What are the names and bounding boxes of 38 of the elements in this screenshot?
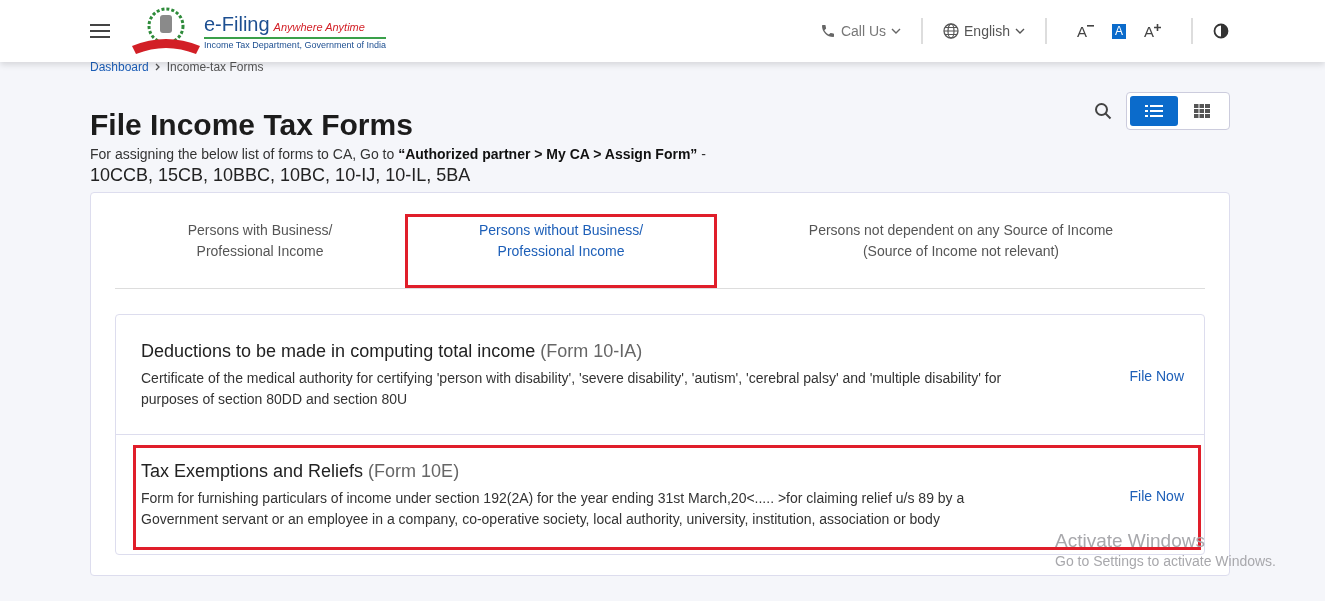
form-description: Certificate of the medical authority for certifying 'person with disability', 'severe disability', 'autism', 'cerebral palsy' and 'multiple disability' for purposes of section 80DD and section 80U [141,369,1003,409]
brand-title: e-Filing [204,12,270,36]
file-now-link[interactable]: File Now [1129,367,1184,384]
chevron-down-icon [1014,28,1025,34]
form-title: Deductions to be made in computing total income [141,341,536,361]
font-size-button[interactable]: A [1142,22,1163,40]
form-title: Tax Exemptions and Reliefs [141,461,364,481]
search-icon[interactable] [1094,102,1112,120]
plus-icon [1154,23,1161,31]
assign-note: For assigning the below list of forms to CA, Go to “Authorized partner > My CA > Assign Form” - [90,146,706,162]
page-title: File Income Tax Forms [90,108,414,142]
form-description: Form for furnishing particulars of income under section 192(2A) for the year ending 31st March,20<..... >for claiming relief u/s 89 by a Government servant or an employee in a company, co-operative society, local authority, university, institution, association or body [141,489,966,529]
breadcrumb-current: Income-tax Forms [166,60,264,74]
category-tab[interactable]: Persons not dependent on any Source of Income (Source of Income not relevant) [717,193,1205,288]
menu-icon[interactable] [90,23,110,39]
phone-icon [819,23,836,39]
activation-hint: Go to Settings to activate Windows. [1055,553,1276,569]
font-size-button[interactable]: A [1111,23,1126,39]
language-dropdown[interactable]: English [943,23,1025,39]
chevron-down-icon [891,28,902,34]
contrast-icon[interactable] [1213,23,1229,39]
grid-icon [1194,104,1210,118]
list-view-button[interactable] [1130,96,1178,126]
category-tab[interactable]: Persons with Business/ Professional Income [115,193,405,288]
minus-icon [1086,23,1094,30]
file-now-link[interactable]: File Now [1129,487,1184,504]
form-code: (Form 10-IA) [540,341,643,361]
font-size-button[interactable]: A [1074,22,1096,40]
call-us-dropdown[interactable]: Call Us [819,23,902,39]
brand-tagline: Anywhere Anytime [273,20,365,33]
breadcrumb-link[interactable]: Dashboard [90,60,149,74]
globe-icon [943,23,960,39]
brand-subtitle: Income Tax Department, Government of India [204,39,386,50]
category-tab[interactable]: Persons without Business/ Professional Income [405,193,717,288]
form-code: (Form 10E) [368,461,460,481]
emblem-icon [130,6,202,56]
list-icon [1145,105,1163,117]
form-list: 10CCB, 15CB, 10BBC, 10BC, 10-IJ, 10-IL, 5BA [90,165,706,186]
